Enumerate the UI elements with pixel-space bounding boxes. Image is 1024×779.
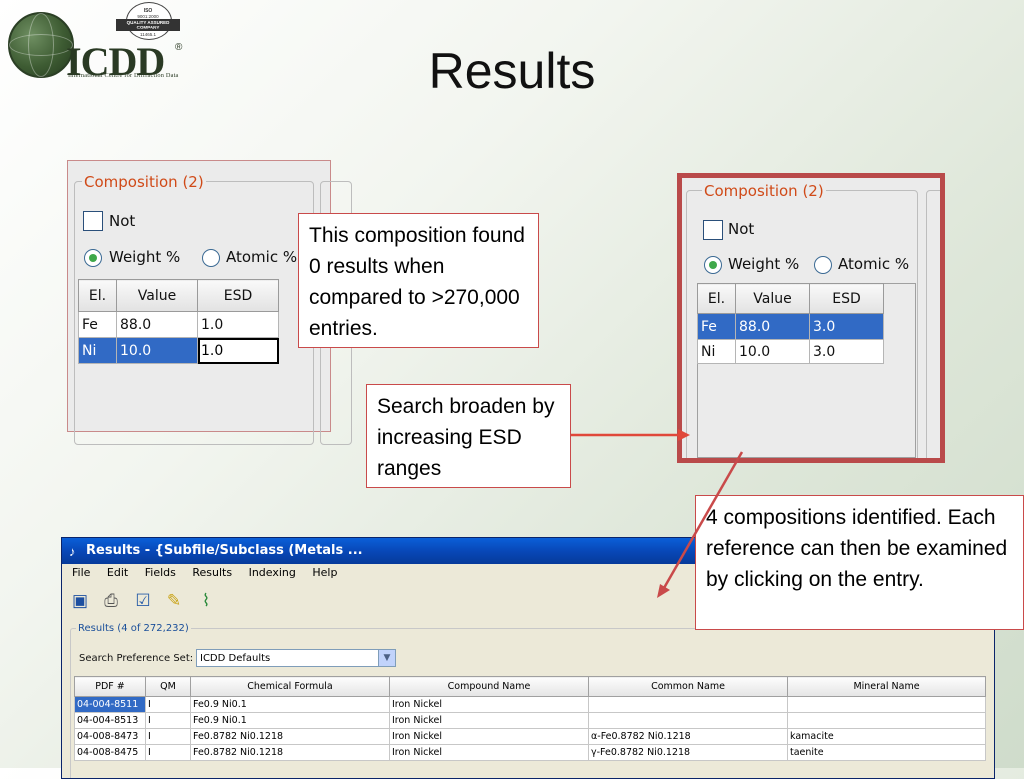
arrow-broaden-head (678, 429, 690, 441)
arrow-identified (662, 451, 744, 589)
arrow-identified-head (657, 584, 670, 598)
callout-arrows (571, 429, 744, 598)
